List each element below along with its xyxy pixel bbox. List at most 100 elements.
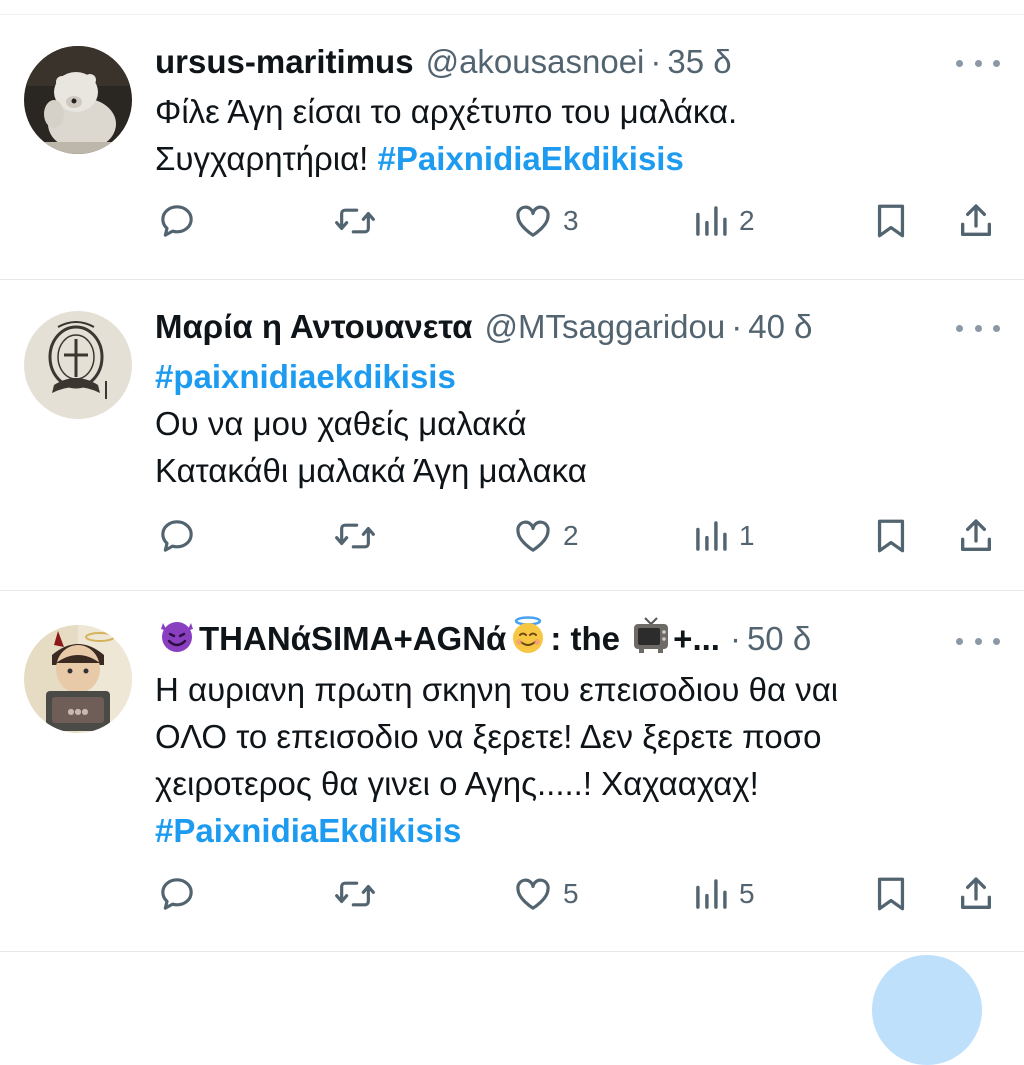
reply-button[interactable] [157, 512, 197, 560]
like-button[interactable]: 2 [513, 512, 579, 560]
more-options-icon[interactable] [956, 53, 1000, 73]
text-line: Φίλε Άγη είσαι το αρχέτυπο του μαλάκα. [155, 88, 995, 135]
bookmark-button[interactable] [873, 512, 909, 560]
text-line: Η αυριανη πρωτη σκηνη του επεισοδιου θα … [155, 666, 995, 713]
text: Κατακάθι μαλακά Άγη μαλακα [155, 452, 587, 489]
text-line: Κατακάθι μαλακά Άγη μαλακα [155, 447, 995, 494]
tweet-text: #paixnidiaekdikisis Ου να μου χαθείς μαλ… [155, 353, 995, 494]
view-count: 5 [739, 878, 755, 909]
text-line: #paixnidiaekdikisis [155, 353, 995, 400]
tweet-text: Η αυριανη πρωτη σκηνη του επεισοδιου θα … [155, 666, 995, 854]
dot [956, 59, 963, 67]
text: Ου να μου χαθείς μαλακά [155, 405, 527, 442]
halo-face-emoji [508, 615, 548, 663]
display-name[interactable]: Μαρία η Αντουανετα [155, 308, 472, 346]
share-icon [961, 877, 991, 909]
views-icon [696, 206, 727, 236]
reply-icon [161, 205, 193, 237]
text: Φίλε Άγη είσαι το αρχέτυπο του μαλάκα. [155, 93, 738, 130]
avatar[interactable] [24, 311, 132, 419]
view-count: 1 [739, 520, 755, 551]
hashtag-link[interactable]: #PaixnidiaEkdikisis [378, 140, 684, 177]
text: ΟΛΟ το επεισοδιο να ξερετε! Δεν ξερετε π… [155, 718, 822, 755]
retweet-icon [335, 523, 375, 549]
dot [956, 637, 963, 645]
views-icon [696, 521, 727, 551]
reply-button[interactable] [157, 197, 197, 245]
polar-bear-avatar [24, 46, 132, 154]
timestamp[interactable]: 40 δ [748, 308, 812, 346]
tweet-divider [0, 951, 1024, 952]
timestamp[interactable]: 50 δ [747, 620, 811, 658]
view-count: 2 [739, 205, 755, 236]
tweet-1[interactable]: ursus-maritimus @akousasnoei · 35 δ Φίλε… [0, 0, 1024, 279]
text: Η αυριανη πρωτη σκηνη του επεισοδιου θα … [155, 671, 839, 708]
hashtag-link[interactable]: #PaixnidiaEkdikisis [155, 812, 461, 849]
like-button[interactable]: 3 [513, 197, 579, 245]
retweet-button[interactable] [333, 512, 377, 560]
retweet-icon [335, 208, 375, 234]
views-button[interactable]: 1 [693, 512, 755, 560]
heart-icon [516, 205, 550, 237]
reply-icon [161, 878, 193, 910]
bookmark-button[interactable] [873, 870, 909, 918]
bookmark-icon [877, 204, 905, 238]
action-bar: 3 2 [0, 197, 1024, 245]
display-name-part[interactable]: : the [550, 620, 629, 658]
angel-devil-boy-avatar: ●●● [24, 625, 132, 733]
tweet-3[interactable]: ●●● THANάSIMA+AGNά : the +... · 50 δ Η α… [0, 591, 1024, 951]
separator-dot: · [729, 620, 741, 657]
views-button[interactable]: 5 [693, 870, 755, 918]
avatar[interactable] [24, 46, 132, 154]
share-button[interactable] [956, 870, 996, 918]
svg-text:●●●: ●●● [68, 707, 89, 716]
like-count: 5 [563, 878, 579, 909]
reply-button[interactable] [157, 870, 197, 918]
share-button[interactable] [956, 197, 996, 245]
bookmark-icon [877, 877, 905, 911]
like-button[interactable]: 5 [513, 870, 579, 918]
bookmark-button[interactable] [873, 197, 909, 245]
user-handle[interactable]: @MTsaggaridou [484, 308, 725, 346]
share-icon [961, 204, 991, 236]
user-handle[interactable]: @akousasnoei [426, 43, 645, 81]
reply-icon [161, 520, 193, 552]
heart-icon [516, 520, 550, 552]
more-options-icon[interactable] [956, 318, 1000, 338]
text-line: Συγχαρητήρια! #PaixnidiaEkdikisis [155, 135, 995, 182]
hashtag-link[interactable]: #paixnidiaekdikisis [155, 358, 456, 395]
timestamp[interactable]: 35 δ [667, 43, 731, 81]
dot [993, 637, 1000, 645]
separator-dot: · [731, 308, 743, 345]
heart-icon [516, 878, 550, 910]
smiling-devil-emoji [157, 615, 197, 663]
text-line: #PaixnidiaEkdikisis [155, 807, 995, 854]
display-name[interactable]: ursus-maritimus [155, 43, 414, 81]
retweet-button[interactable] [333, 870, 377, 918]
dot [993, 59, 1000, 67]
views-button[interactable]: 2 [693, 197, 755, 245]
more-options-icon[interactable] [956, 631, 1000, 651]
text-line: Ου να μου χαθείς μαλακά [155, 400, 995, 447]
avatar[interactable]: ●●● [24, 625, 132, 733]
tweet-text: Φίλε Άγη είσαι το αρχέτυπο του μαλάκα. Σ… [155, 88, 995, 182]
compose-button[interactable] [872, 955, 982, 1065]
action-bar: 2 1 [0, 512, 1024, 560]
text: χειροτερος θα γινει ο Αγης.....! Χαχααχα… [155, 765, 759, 802]
like-count: 3 [563, 205, 579, 236]
display-name-part[interactable]: THANάSIMA+AGNά [199, 620, 506, 658]
retweet-icon [335, 881, 375, 907]
dot [993, 324, 1000, 332]
dot [974, 59, 982, 67]
retweet-button[interactable] [333, 197, 377, 245]
text-line: χειροτερος θα γινει ο Αγης.....! Χαχααχα… [155, 760, 995, 807]
separator-dot: · [650, 43, 662, 80]
like-count: 2 [563, 520, 579, 551]
tweet-2[interactable]: Μαρία η Αντουανετα @MTsaggaridou · 40 δ … [0, 280, 1024, 590]
television-emoji [631, 615, 671, 663]
dot [974, 324, 982, 332]
text-line: ΟΛΟ το επεισοδιο να ξερετε! Δεν ξερετε π… [155, 713, 995, 760]
display-name-part[interactable]: +... [673, 620, 720, 658]
television-icon [634, 617, 669, 653]
share-button[interactable] [956, 512, 996, 560]
